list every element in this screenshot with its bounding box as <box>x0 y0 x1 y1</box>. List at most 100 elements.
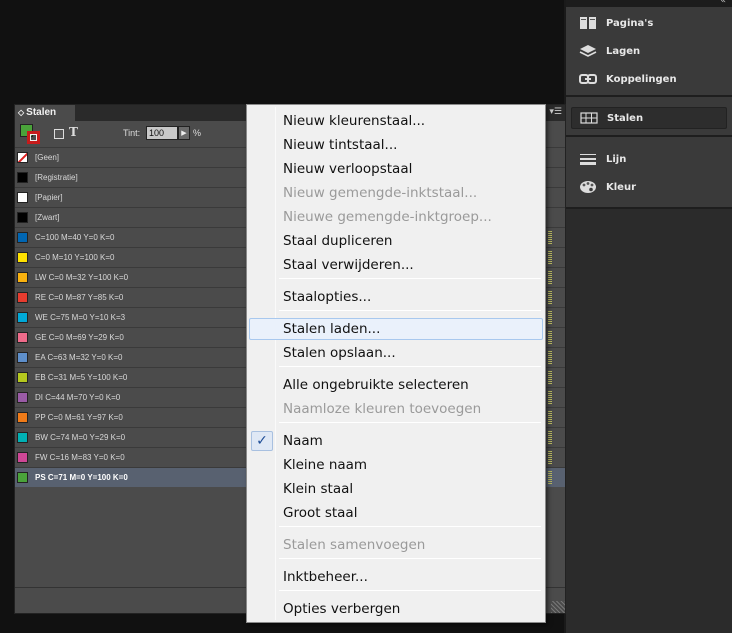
menu-item[interactable]: ✓ Naam <box>249 430 543 452</box>
menu-item-label: Nieuwe gemengde-inktgroep... <box>283 209 492 225</box>
panel-collapse-icon[interactable]: ◇ <box>18 108 24 117</box>
swatches-grid-icon <box>579 110 599 126</box>
process-color-icon <box>548 311 552 324</box>
menu-item-label: Klein staal <box>283 481 354 497</box>
collapse-dock-icon[interactable]: « <box>720 0 726 6</box>
dock-item-swatches[interactable]: Stalen <box>571 107 727 129</box>
menu-item-label: Nieuw verloopstaal <box>283 161 413 177</box>
dock-item-links[interactable]: Koppelingen <box>566 65 732 93</box>
container-formatting-icon[interactable] <box>54 129 64 139</box>
swatch-name: C=100 M=40 Y=0 K=0 <box>35 233 115 242</box>
process-color-icon <box>548 431 552 444</box>
swatch-color-chip <box>17 332 28 343</box>
dock-group-pages: Pagina's Lagen Koppelingen <box>566 7 732 97</box>
menu-item[interactable]: Staal dupliceren <box>249 230 543 252</box>
menu-item[interactable]: Kleine naam <box>249 454 543 476</box>
text-formatting-icon[interactable]: T <box>69 125 78 139</box>
swatches-panel-menu: Nieuw kleurenstaal... Nieuw tintstaal... N… <box>246 104 546 623</box>
pages-icon <box>578 15 598 31</box>
color-palette-icon <box>578 179 598 195</box>
swatch-name: [Registratie] <box>35 173 78 182</box>
swatch-name: [Geen] <box>35 153 60 162</box>
dock-group-stroke-color: Lijn Kleur <box>566 137 732 209</box>
process-color-icon <box>548 331 552 344</box>
links-icon <box>578 71 598 87</box>
menu-item[interactable]: Nieuw kleurenstaal... <box>249 110 543 132</box>
color-mode-icon <box>547 268 565 288</box>
process-color-icon <box>548 231 552 244</box>
dock-item-stroke[interactable]: Lijn <box>566 145 732 173</box>
process-color-icon <box>548 291 552 304</box>
swatch-color-chip <box>17 252 28 263</box>
swatch-color-chip <box>17 212 28 223</box>
swatch-color-chip <box>17 452 28 463</box>
color-mode-icon <box>547 368 565 388</box>
menu-item-label: Naam <box>283 433 323 449</box>
menu-separator <box>279 422 541 423</box>
tint-percent: % <box>193 128 202 138</box>
dock-topbar: « <box>566 0 732 7</box>
swatch-name: GE C=0 M=69 Y=29 K=0 <box>35 333 124 342</box>
menu-item[interactable]: Nieuw gemengde-inktstaal... <box>249 182 543 204</box>
right-panel-dock: « Pagina's Lagen Koppelingen Stalen Lijn… <box>564 0 732 633</box>
tint-input[interactable]: 100 <box>146 126 178 140</box>
process-color-icon <box>548 471 552 484</box>
color-mode-icon <box>547 308 565 328</box>
menu-item-label: Stalen samenvoegen <box>283 537 426 553</box>
menu-separator <box>279 278 541 279</box>
tab-swatches[interactable]: ◇ Stalen <box>15 105 75 121</box>
menu-item[interactable]: Staal verwijderen... <box>249 254 543 276</box>
swatch-name: WE C=75 M=0 Y=10 K=3 <box>35 313 126 322</box>
menu-item[interactable]: Stalen opslaan... <box>249 342 543 364</box>
menu-item[interactable]: Inktbeheer... <box>249 566 543 588</box>
menu-item[interactable]: Nieuwe gemengde-inktgroep... <box>249 206 543 228</box>
menu-item[interactable]: Klein staal <box>249 478 543 500</box>
menu-item[interactable]: Nieuw tintstaal... <box>249 134 543 156</box>
menu-item-label: Nieuw tintstaal... <box>283 137 398 153</box>
swatch-name: BW C=74 M=0 Y=29 K=0 <box>35 433 126 442</box>
menu-item[interactable]: Opties verbergen <box>249 598 543 620</box>
menu-item[interactable]: Stalen samenvoegen <box>249 534 543 556</box>
menu-item[interactable]: Alle ongebruikte selecteren <box>249 374 543 396</box>
menu-item-label: Nieuw kleurenstaal... <box>283 113 426 129</box>
color-mode-icon <box>547 428 565 448</box>
swatch-name: LW C=0 M=32 Y=100 K=0 <box>35 273 129 282</box>
swatch-name: C=0 M=10 Y=100 K=0 <box>35 253 115 262</box>
menu-item[interactable]: Groot staal <box>249 502 543 524</box>
color-mode-icon <box>547 348 565 368</box>
menu-item-label: Opties verbergen <box>283 601 401 617</box>
menu-separator <box>279 310 541 311</box>
menu-separator <box>279 526 541 527</box>
color-mode-icon <box>547 228 565 248</box>
swatch-color-chip <box>17 292 28 303</box>
menu-item[interactable]: Nieuw verloopstaal <box>249 158 543 180</box>
panel-menu-icon[interactable]: ▾☰ <box>549 107 562 117</box>
dock-item-layers[interactable]: Lagen <box>566 37 732 65</box>
dock-item-label: Lagen <box>606 45 641 57</box>
swatch-color-chip <box>17 152 28 163</box>
swatch-name: PP C=0 M=61 Y=97 K=0 <box>35 413 123 422</box>
process-color-icon <box>548 451 552 464</box>
process-color-icon <box>548 351 552 364</box>
dock-item-color[interactable]: Kleur <box>566 173 732 201</box>
tint-slider-arrow-icon[interactable]: ▶ <box>178 126 190 140</box>
menu-item[interactable]: Stalen laden... <box>249 318 543 340</box>
process-color-icon <box>548 391 552 404</box>
menu-item-label: Staalopties... <box>283 289 372 305</box>
swatch-color-chip <box>17 372 28 383</box>
dock-item-label: Stalen <box>607 112 644 124</box>
swatch-color-chip <box>17 392 28 403</box>
color-mode-icon <box>547 328 565 348</box>
stroke-swatch[interactable] <box>27 131 40 144</box>
dock-item-pages[interactable]: Pagina's <box>566 9 732 37</box>
tint-label: Tint: <box>123 128 141 138</box>
fill-stroke-icon[interactable] <box>20 124 42 144</box>
swatch-color-chip <box>17 272 28 283</box>
swatch-color-chip <box>17 192 28 203</box>
menu-item-label: Naamloze kleuren toevoegen <box>283 401 482 417</box>
layers-icon <box>578 43 598 59</box>
menu-item[interactable]: Naamloze kleuren toevoegen <box>249 398 543 420</box>
resize-grip-icon[interactable] <box>551 601 565 613</box>
menu-item-label: Groot staal <box>283 505 358 521</box>
menu-item[interactable]: Staalopties... <box>249 286 543 308</box>
